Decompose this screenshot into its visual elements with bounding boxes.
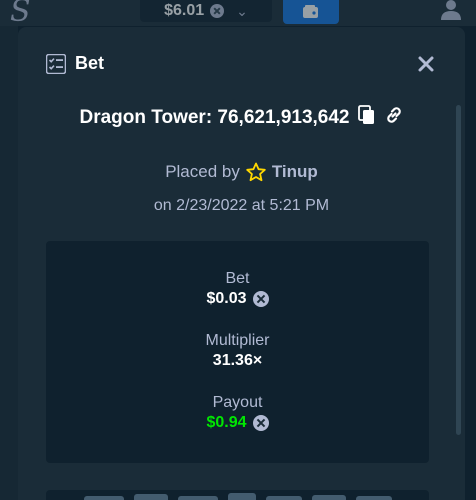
- bet-checklist-icon: [46, 53, 66, 74]
- modal-title: Bet: [75, 53, 105, 73]
- bet-label: Bet: [225, 270, 250, 287]
- payout-amount: $0.94: [46, 412, 429, 433]
- payout-label: Payout: [212, 394, 263, 411]
- tower-tile: [266, 496, 302, 500]
- top-navigation-bar: S $6.01 ⌄: [0, 0, 476, 29]
- modal-header: Bet: [46, 53, 104, 74]
- multiplier-value: 31.36×: [46, 350, 429, 371]
- payout-stat: Payout $0.94: [46, 394, 429, 433]
- game-board-preview: [46, 490, 429, 500]
- link-icon[interactable]: [384, 105, 404, 130]
- balance-selector[interactable]: $6.01 ⌄: [140, 0, 272, 22]
- close-button[interactable]: [416, 54, 436, 74]
- currency-icon: [210, 4, 225, 18]
- date-prefix: on: [153, 197, 172, 214]
- tower-tile: [178, 496, 218, 500]
- game-id-line: Dragon Tower: 76,621,913,642: [18, 105, 465, 130]
- multiplier-label: Multiplier: [205, 332, 270, 349]
- star-icon: [246, 162, 266, 182]
- tower-tile: [134, 494, 168, 500]
- sidebar-backdrop: [0, 26, 18, 500]
- bet-timestamp: on 2/23/2022 at 5:21 PM: [18, 197, 465, 215]
- game-title: Dragon Tower: 76,621,913,642: [79, 106, 350, 128]
- payout-value: $0.94: [206, 414, 247, 431]
- logo-icon[interactable]: S: [10, 0, 31, 29]
- chevron-down-icon: ⌄: [236, 2, 248, 19]
- modal-scrollbar[interactable]: [456, 105, 461, 435]
- tower-tile: [84, 496, 124, 500]
- close-icon: [418, 56, 434, 72]
- multiplier-number: 31.36×: [212, 352, 263, 369]
- page-backdrop: [466, 26, 476, 500]
- user-icon[interactable]: [440, 0, 462, 25]
- bet-time: 5:21 PM: [269, 197, 330, 214]
- bet-stat: Bet $0.03: [46, 270, 429, 309]
- placed-by-line: Placed by Tinup: [18, 162, 465, 182]
- placed-by-label: Placed by: [165, 162, 240, 181]
- tower-tile: [356, 496, 392, 500]
- currency-icon: [252, 290, 269, 307]
- balance-amount: $6.01: [164, 2, 205, 19]
- multiplier-stat: Multiplier 31.36×: [46, 332, 429, 371]
- wallet-icon: [303, 5, 318, 18]
- wallet-button[interactable]: [283, 0, 339, 24]
- bet-details-modal: Bet Dragon Tower: 76,621,913,642 Placed …: [18, 27, 465, 500]
- bet-amount: $0.03: [46, 288, 429, 309]
- copy-icon[interactable]: [357, 105, 376, 130]
- username-link[interactable]: Tinup: [272, 162, 318, 182]
- time-joiner: at: [251, 197, 266, 214]
- tower-tile: [312, 495, 346, 500]
- bet-date: 2/23/2022: [176, 197, 248, 214]
- bet-stats-panel: Bet $0.03 Multiplier 31.36× Payout $0.94: [46, 241, 429, 463]
- tower-tile: [228, 493, 256, 500]
- bet-value: $0.03: [206, 290, 247, 307]
- currency-icon: [252, 414, 269, 431]
